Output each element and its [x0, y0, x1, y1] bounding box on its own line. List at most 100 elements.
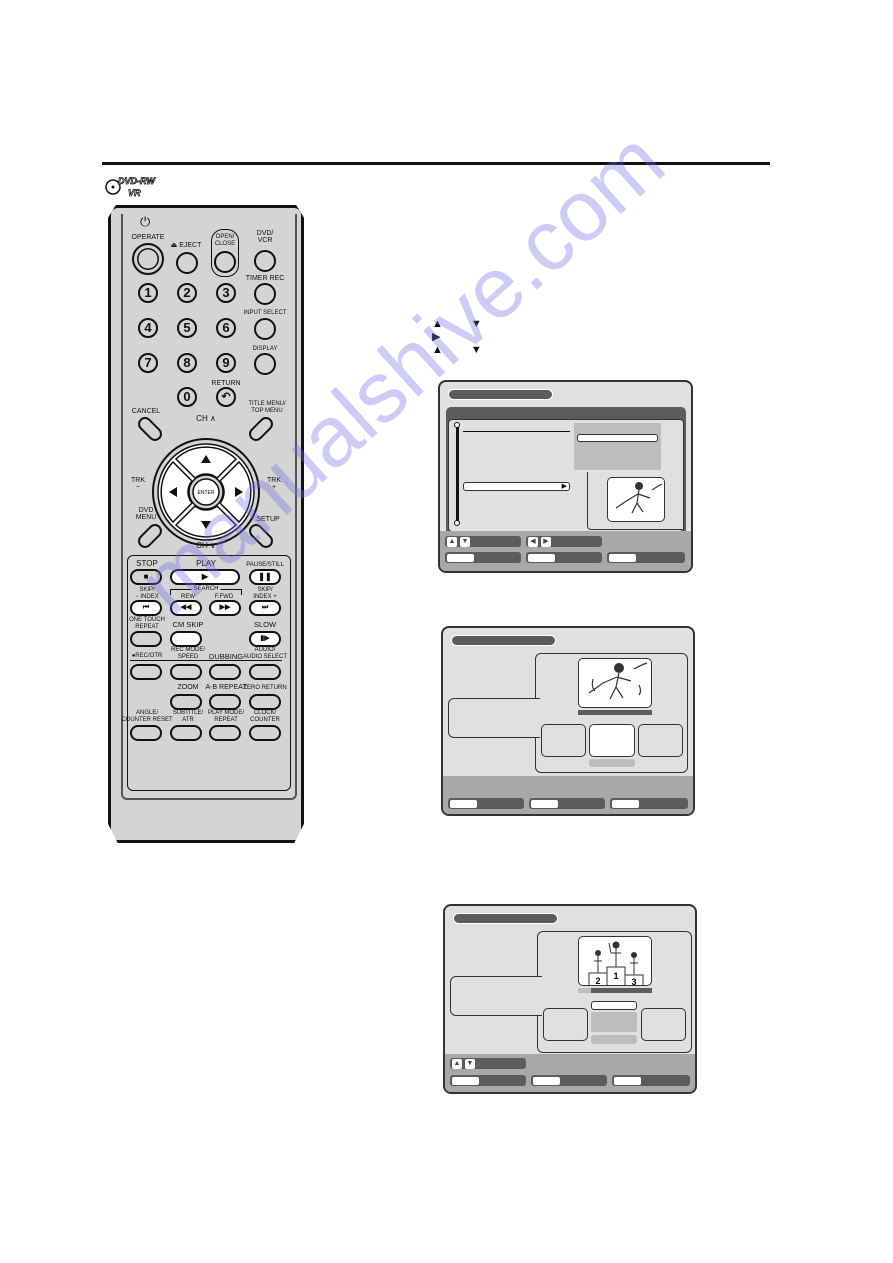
audio-label: AUDIO/ AUDIO SELECT — [242, 647, 288, 660]
pause-icon: ❚❚ — [258, 572, 272, 581]
input-select-button[interactable] — [254, 318, 276, 340]
slow-button[interactable]: ▮▶ — [249, 631, 281, 647]
footer-key-2[interactable] — [526, 552, 602, 563]
scroll-top-icon — [454, 422, 460, 428]
rec-otr-button[interactable] — [130, 664, 162, 680]
thumbnail-skier — [607, 477, 665, 522]
number-3-button[interactable]: 3 — [216, 283, 236, 303]
zoom-button[interactable] — [170, 694, 202, 710]
number-9-button[interactable]: 9 — [216, 353, 236, 373]
footer-key-1[interactable] — [450, 1075, 526, 1086]
footer-key-2[interactable] — [529, 798, 605, 809]
one-touch-repeat-button[interactable] — [130, 631, 162, 647]
footer-key-3[interactable] — [610, 798, 688, 809]
footer-nav-updown: ▲ ▼ — [450, 1058, 526, 1069]
slow-icon: ▮▶ — [260, 635, 270, 642]
osd-scrollbar[interactable] — [456, 427, 459, 523]
option-right[interactable] — [641, 1008, 686, 1041]
number-1-button[interactable]: 1 — [138, 283, 158, 303]
play-mode-label: PLAY MODE/ REPEAT — [207, 710, 245, 723]
subtitle-button[interactable] — [170, 725, 202, 741]
number-5-button[interactable]: 5 — [177, 318, 197, 338]
number-0-button[interactable]: 0 — [177, 387, 197, 407]
fast-forward-icon: ▶▶ — [219, 604, 231, 611]
up-key-icon: ▲ — [447, 536, 457, 547]
option-list-items[interactable] — [591, 1012, 637, 1032]
operate-button[interactable] — [132, 243, 164, 275]
down-key-icon: ▼ — [465, 1058, 475, 1069]
audio-button[interactable] — [249, 664, 281, 680]
return-button[interactable]: ↶ — [216, 387, 236, 407]
submenu-option-selected[interactable] — [577, 434, 658, 442]
ch-down-label: CH ∨ — [196, 541, 216, 550]
eject-label: ⏏ EJECT — [170, 242, 202, 249]
display-button[interactable] — [254, 353, 276, 375]
osd-footer — [443, 776, 693, 814]
option-center-selected[interactable] — [589, 724, 635, 757]
stop-icon: ■ — [143, 572, 149, 581]
step-instructions: ▲ ▼ ▶ ▲ ▼ — [432, 318, 482, 357]
fast-forward-button[interactable]: ▶▶ — [209, 600, 241, 616]
footer-nav-leftright: ◀ ▶ — [526, 536, 602, 547]
option-list-selected[interactable] — [591, 1001, 637, 1010]
play-button[interactable]: ▶ — [170, 569, 240, 585]
number-2-button[interactable]: 2 — [177, 283, 197, 303]
number-8-button[interactable]: 8 — [177, 353, 197, 373]
skip-minus-label: SKIP/ − INDEX — [135, 587, 159, 600]
rewind-button[interactable]: ◀◀ — [170, 600, 202, 616]
option-right[interactable] — [638, 724, 683, 757]
open-close-button[interactable] — [214, 251, 236, 273]
dvd-menu-label: DVD MENU — [135, 507, 157, 521]
pause-button[interactable]: ❚❚ — [249, 569, 281, 585]
skip-back-button[interactable]: ⏮ — [130, 600, 162, 616]
number-4-button[interactable]: 4 — [138, 318, 158, 338]
return-label: RETURN — [211, 380, 241, 387]
remote-control: ⏻ OPERATE ⏏ EJECT OPEN/ CLOSE DVD/ VCR 1… — [108, 205, 306, 845]
subtitle-label: SUBTITLE/ ATR — [172, 710, 204, 723]
clock-button[interactable] — [249, 725, 281, 741]
return-icon: ↶ — [221, 391, 231, 403]
skip-forward-icon: ⏭ — [261, 604, 269, 611]
footer-key-1[interactable] — [445, 552, 521, 563]
stop-button[interactable]: ■ — [130, 569, 162, 585]
footer-key-3[interactable] — [612, 1075, 690, 1086]
number-7-button[interactable]: 7 — [138, 353, 158, 373]
skip-back-icon: ⏮ — [142, 604, 150, 611]
play-mode-button[interactable] — [209, 725, 241, 741]
zero-return-button[interactable] — [249, 694, 281, 710]
osd-screen-2 — [441, 626, 695, 816]
number-6-button[interactable]: 6 — [216, 318, 236, 338]
ab-repeat-button[interactable] — [209, 694, 241, 710]
up-triangle-icon: ▲ — [432, 344, 443, 356]
osd-title-bar — [453, 913, 558, 924]
cm-skip-button[interactable] — [170, 631, 202, 647]
footer-key-1[interactable] — [448, 798, 524, 809]
osd-footer: ▲ ▼ ◀ ▶ — [440, 531, 691, 571]
open-close-label: OPEN/ CLOSE — [214, 234, 236, 247]
skip-forward-button[interactable]: ⏭ — [249, 600, 281, 616]
footer-key-3[interactable] — [607, 552, 685, 563]
angle-button[interactable] — [130, 725, 162, 741]
clock-label: CLOCK/ COUNTER — [250, 710, 280, 723]
list-item-selected[interactable]: ▶ — [463, 482, 570, 491]
cancel-label: CANCEL — [131, 408, 161, 415]
dubbing-button[interactable] — [209, 664, 241, 680]
podium-2: 2 — [595, 976, 600, 986]
side-tab — [448, 698, 540, 738]
dvd-rw-vr-badge: DVD-RW VR — [104, 172, 164, 202]
pause-label: PAUSE/STILL — [246, 562, 284, 568]
footer-key-2[interactable] — [531, 1075, 607, 1086]
ch-up-label: CH ∧ — [196, 414, 216, 423]
option-left[interactable] — [541, 724, 586, 757]
dvd-vcr-button[interactable] — [254, 250, 276, 272]
preview-progress-bar — [578, 710, 652, 715]
enter-label: ENTER — [198, 490, 215, 496]
eject-button[interactable] — [176, 252, 198, 274]
operate-label: OPERATE — [131, 234, 165, 241]
timer-rec-button[interactable] — [254, 283, 276, 305]
rec-mode-button[interactable] — [170, 664, 202, 680]
option-left[interactable] — [543, 1008, 588, 1041]
disc-badge-line2: VR — [128, 188, 141, 198]
dvd-vcr-label: DVD/ VCR — [256, 230, 274, 244]
cm-skip-label: CM SKIP — [172, 620, 204, 629]
